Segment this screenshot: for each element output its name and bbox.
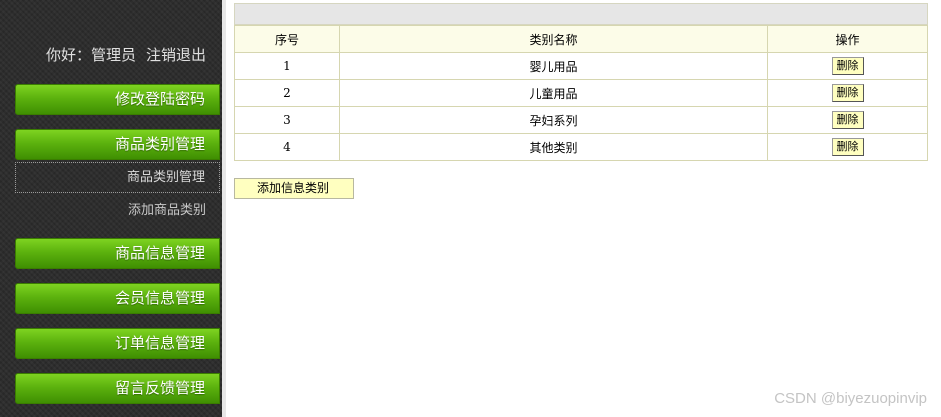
table-title-bar [234,3,928,25]
sidebar: 你好：管理员 注销退出 修改登陆密码 商品类别管理 商品类别管理 添加商品类别 商… [0,0,222,417]
main-content: 序号 类别名称 操作 1 婴儿用品 删除 2 儿童用品 删除 3 孕妇系列 删除 [226,0,941,417]
submenu-add-category[interactable]: 添加商品类别 [15,195,220,226]
row-action-cell: 删除 [767,52,928,80]
table-row: 2 儿童用品 删除 [234,79,928,107]
row-action-cell: 删除 [767,79,928,107]
menu-order-info[interactable]: 订单信息管理 [15,328,220,359]
row-action-cell: 删除 [767,133,928,161]
menu-member-info[interactable]: 会员信息管理 [15,283,220,314]
menu-product-info[interactable]: 商品信息管理 [15,238,220,269]
user-greeting: 你好：管理员 注销退出 [46,44,206,65]
table-row: 3 孕妇系列 删除 [234,106,928,134]
delete-button[interactable]: 删除 [831,111,864,129]
menu-category-management[interactable]: 商品类别管理 [15,129,220,160]
menu-change-password[interactable]: 修改登陆密码 [15,84,220,115]
row-action-cell: 删除 [767,106,928,134]
category-table: 序号 类别名称 操作 1 婴儿用品 删除 2 儿童用品 删除 3 孕妇系列 删除 [234,25,928,161]
header-action: 操作 [767,25,928,53]
greeting-text: 你好：管理员 [45,46,136,64]
row-category-name: 其他类别 [339,133,768,161]
delete-button[interactable]: 删除 [831,84,864,102]
row-category-name: 婴儿用品 [339,52,768,80]
submenu-category-management[interactable]: 商品类别管理 [15,162,220,193]
table-row: 4 其他类别 删除 [234,133,928,161]
add-category-button[interactable]: 添加信息类别 [234,178,354,199]
logout-link[interactable]: 注销退出 [146,46,206,64]
watermark: CSDN @biyezuopinvip [774,390,927,407]
row-category-name: 儿童用品 [339,79,768,107]
row-index: 3 [234,106,340,134]
delete-button[interactable]: 删除 [831,138,864,156]
row-category-name: 孕妇系列 [339,106,768,134]
table-row: 1 婴儿用品 删除 [234,52,928,80]
table-header-row: 序号 类别名称 操作 [234,25,928,53]
row-index: 2 [234,79,340,107]
row-index: 4 [234,133,340,161]
menu-feedback[interactable]: 留言反馈管理 [15,373,220,404]
delete-button[interactable]: 删除 [831,57,864,75]
header-index: 序号 [234,25,340,53]
header-category-name: 类别名称 [339,25,768,53]
row-index: 1 [234,52,340,80]
